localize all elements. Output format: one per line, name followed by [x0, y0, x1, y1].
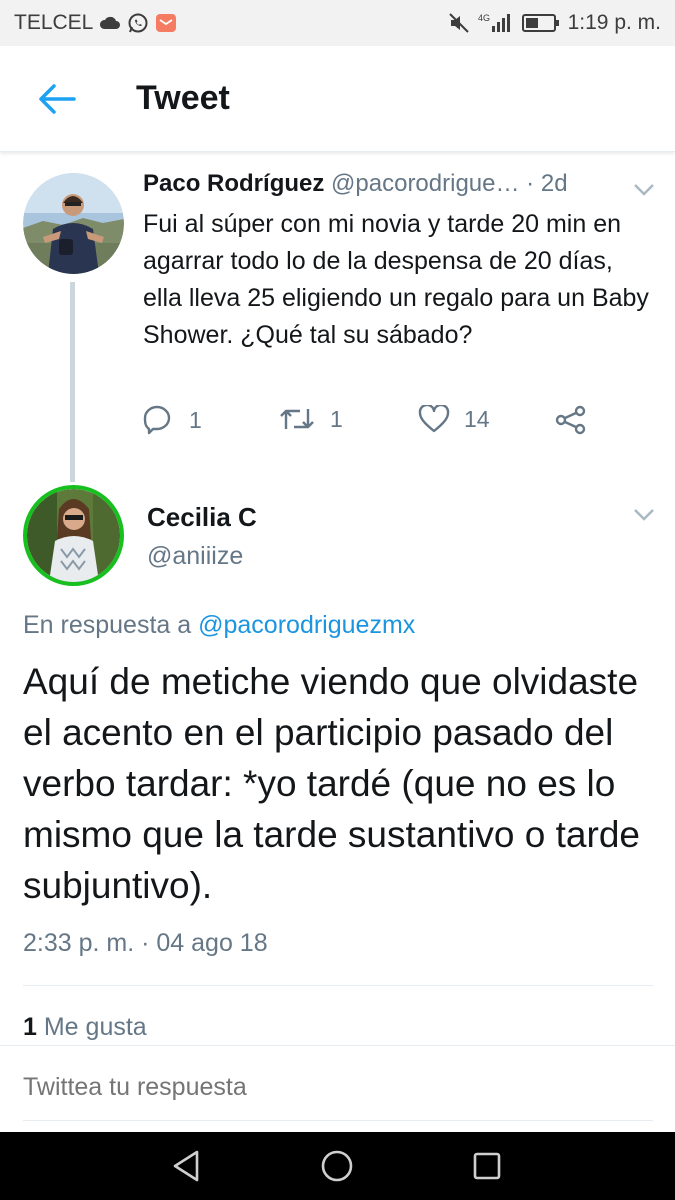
nav-recents-button[interactable] — [467, 1146, 507, 1186]
reply-author-handle[interactable]: @aniiize — [147, 542, 243, 571]
input-underline — [23, 1120, 653, 1121]
back-button[interactable] — [22, 64, 92, 134]
back-arrow-icon — [39, 83, 76, 114]
network-type: 4G — [478, 13, 490, 23]
status-time: 1:19 p. m. — [567, 11, 661, 34]
parent-tweet-time: 2d — [540, 170, 568, 197]
nav-home-button[interactable] — [317, 1146, 357, 1186]
reply-count: 1 — [189, 406, 202, 433]
retweet-count: 1 — [330, 405, 343, 432]
thread-connector-line — [70, 282, 75, 482]
reply-tweet-text: Aquí de metiche viendo que olvidaste el … — [23, 661, 640, 906]
parent-author-name[interactable]: Paco Rodríguez — [143, 170, 324, 197]
status-bar: TELCEL 4G 1:19 p. m. — [0, 0, 675, 46]
in-reply-to-mention[interactable]: @pacorodriguezmx — [198, 611, 415, 639]
like-button[interactable]: 14 — [418, 405, 490, 433]
retweet-icon — [280, 409, 314, 429]
reply-tweet-menu-button[interactable] — [630, 505, 658, 525]
parent-separator: · — [526, 170, 535, 197]
likes-summary[interactable]: 1 Me gusta — [23, 1013, 147, 1042]
divider — [0, 1045, 675, 1046]
reply-button[interactable]: 1 — [143, 405, 202, 435]
system-nav-bar — [0, 1132, 675, 1200]
email-icon — [155, 13, 177, 33]
circle-home-icon — [321, 1150, 353, 1182]
mute-icon — [448, 12, 470, 34]
avatar-cecilia[interactable] — [23, 485, 124, 586]
likes-label: Me gusta — [43, 1013, 147, 1041]
share-icon — [555, 405, 586, 435]
chevron-down-icon — [634, 509, 654, 521]
chevron-down-icon — [634, 184, 654, 196]
in-reply-to: En respuesta a @pacorodriguezmx — [23, 611, 415, 640]
triangle-back-icon — [173, 1150, 199, 1182]
app-bar: Tweet — [0, 46, 675, 152]
like-count: 14 — [464, 405, 490, 432]
parent-author-handle[interactable]: @pacorodrigue… — [331, 170, 519, 197]
share-button[interactable] — [555, 405, 587, 435]
whatsapp-icon — [127, 12, 149, 34]
reply-author-name[interactable]: Cecilia C — [147, 502, 257, 533]
likes-count: 1 — [23, 1013, 37, 1041]
tweet-timestamp: 2:33 p. m. · 04 ago 18 — [23, 929, 268, 957]
battery-icon — [521, 14, 560, 32]
nav-back-button[interactable] — [167, 1146, 207, 1186]
cloud-icon — [99, 16, 121, 30]
signal-icon: 4G — [478, 12, 514, 34]
page-title: Tweet — [136, 79, 230, 117]
divider — [23, 985, 653, 986]
carrier-name: TELCEL — [14, 11, 94, 34]
square-recents-icon — [473, 1152, 501, 1180]
in-reply-to-label: En respuesta a — [23, 611, 192, 639]
parent-tweet-actions: 1 1 14 — [143, 405, 613, 449]
reply-icon — [143, 405, 171, 435]
parent-tweet-menu-button[interactable] — [630, 180, 658, 200]
parent-tweet-text: Fui al súper con mi novia y tarde 20 min… — [143, 210, 649, 349]
heart-icon — [418, 405, 450, 433]
retweet-button[interactable]: 1 — [278, 405, 343, 433]
reply-compose-input[interactable] — [23, 1073, 653, 1102]
parent-tweet-header: Paco Rodríguez @pacorodrigue… · 2d — [143, 170, 623, 198]
avatar-paco[interactable] — [23, 173, 124, 274]
